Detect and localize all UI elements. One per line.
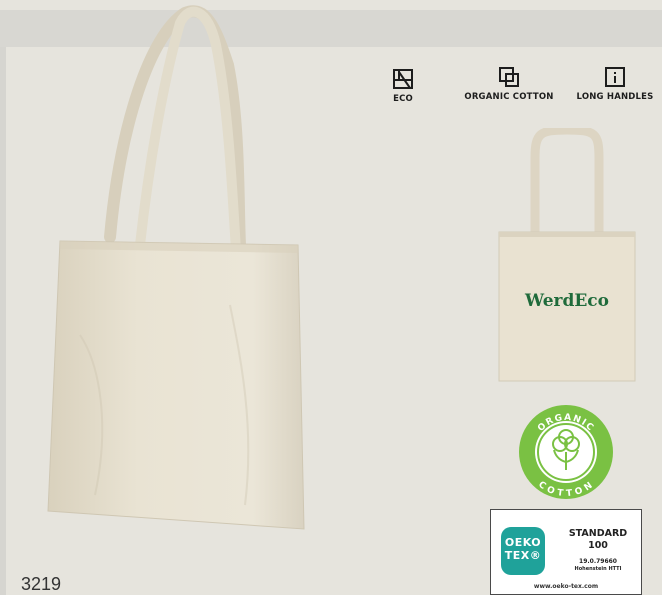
info-icon (605, 67, 625, 87)
feature-eco: ECO (386, 68, 420, 104)
oeko-tex-logo: OEKO TEX® (501, 527, 545, 575)
oeko-certificate-code: 19.0.79660 (579, 558, 617, 565)
oeko-standard-number: 100 (588, 540, 608, 551)
product-sku: 3219 (21, 574, 62, 594)
eco-square-icon (393, 69, 413, 89)
oeko-standard-text: STANDARD (568, 528, 628, 539)
bag-print-brand: WerdEco (524, 291, 609, 311)
feature-organic-cotton: ORGANIC COTTON (460, 66, 558, 102)
feature-long-handles: LONG HANDLES (572, 66, 658, 102)
feature-label: ORGANIC COTTON (464, 92, 554, 102)
feature-label: ECO (393, 94, 413, 104)
oeko-tex-label: OEKO TEX® STANDARD 100 19.0.79660 Hohens… (490, 509, 642, 595)
overlapping-squares-icon (499, 67, 519, 87)
oeko-institute: Hohenstein HTTI (574, 566, 622, 572)
feature-label: LONG HANDLES (576, 92, 654, 102)
oeko-logo-line1: OEKO (504, 536, 542, 549)
printed-product-image (498, 128, 636, 382)
oeko-logo-line2: TEX® (504, 549, 542, 562)
organic-cotton-badge: ORGANIC COTTON (519, 405, 613, 499)
oeko-url: www.oeko-tex.com (533, 583, 599, 590)
main-product-image (47, 5, 305, 530)
